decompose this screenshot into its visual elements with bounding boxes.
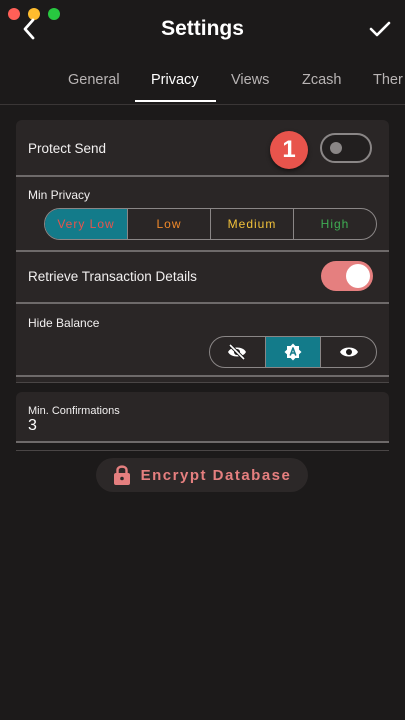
tab-theme[interactable]: Ther: [373, 64, 403, 104]
min-confirmations-value[interactable]: 3: [28, 417, 37, 435]
divider: [16, 175, 389, 177]
page-title: Settings: [161, 17, 244, 40]
retrieve-tx-label: Retrieve Transaction Details: [28, 269, 197, 284]
min-privacy-segmented-control: Very Low Low Medium High: [44, 208, 377, 240]
divider: [16, 250, 389, 252]
divider: [16, 375, 389, 377]
active-tab-indicator: [135, 100, 216, 102]
lock-icon: [113, 465, 130, 485]
eye-off-icon: [228, 344, 247, 360]
tab-privacy[interactable]: Privacy: [151, 64, 199, 104]
min-confirmations-label: Min. Confirmations: [28, 405, 120, 417]
tab-general[interactable]: General: [68, 64, 120, 104]
step-badge: 1: [270, 131, 308, 169]
tab-views[interactable]: Views: [231, 64, 269, 104]
tab-zcash[interactable]: Zcash: [302, 64, 342, 104]
min-confirmations-field[interactable]: [16, 392, 389, 442]
divider: [16, 382, 389, 383]
encrypt-database-button[interactable]: Encrypt Database: [96, 458, 308, 492]
protect-send-toggle[interactable]: [320, 133, 372, 163]
hide-balance-auto-option[interactable]: [265, 337, 322, 367]
min-privacy-high[interactable]: High: [294, 209, 376, 239]
tab-bar: General Privacy Views Zcash Ther: [0, 64, 405, 105]
eye-icon: [339, 347, 358, 357]
divider: [16, 441, 389, 443]
min-privacy-label: Min Privacy: [28, 188, 91, 202]
hide-balance-segmented-control: [209, 336, 377, 368]
min-privacy-low[interactable]: Low: [128, 209, 211, 239]
divider: [16, 450, 389, 451]
confirm-button[interactable]: [363, 14, 397, 44]
auto-icon: [284, 343, 302, 361]
retrieve-tx-toggle[interactable]: [321, 261, 373, 291]
settings-window: Settings General Privacy Views Zcash The…: [0, 0, 405, 720]
check-icon: [369, 21, 391, 37]
hide-balance-hidden-option[interactable]: [210, 337, 266, 367]
encrypt-database-label: Encrypt Database: [140, 466, 292, 484]
protect-send-label: Protect Send: [28, 141, 107, 156]
min-privacy-medium[interactable]: Medium: [211, 209, 294, 239]
divider: [16, 302, 389, 304]
hide-balance-label: Hide Balance: [28, 316, 100, 330]
min-privacy-very-low[interactable]: Very Low: [45, 209, 128, 239]
hide-balance-visible-option[interactable]: [321, 337, 376, 367]
